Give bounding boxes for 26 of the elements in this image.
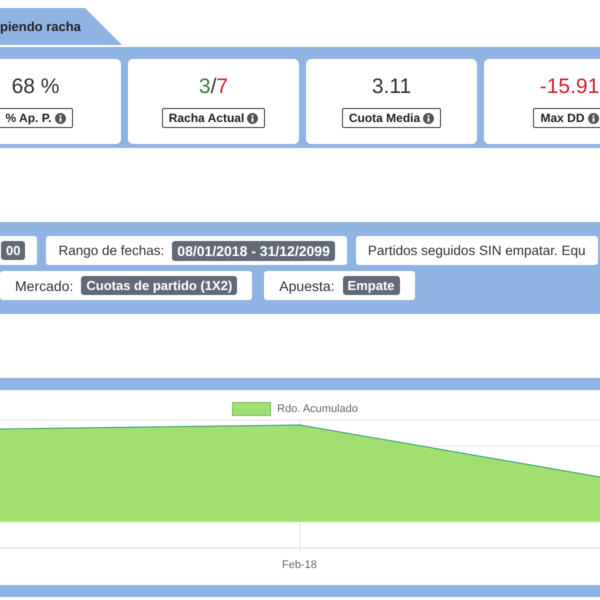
value-part: 3	[198, 75, 211, 98]
stat-label-button[interactable]: Max DD	[533, 108, 600, 128]
filter-value: Empate	[342, 276, 400, 295]
info-icon	[588, 112, 598, 124]
stat-label-button[interactable]: Cuota Media	[342, 108, 442, 128]
info-icon	[247, 112, 258, 124]
filter-label: Partidos seguidos SIN empatar. Equ	[368, 243, 586, 258]
section-tab[interactable]: piendo racha	[0, 8, 122, 45]
info-icon	[423, 112, 434, 124]
legend-swatch	[232, 402, 272, 416]
filter-label: Rango de fechas:	[58, 243, 164, 258]
value-part: 68 %	[12, 75, 60, 98]
filter-value: 00	[1, 241, 26, 260]
filter-value: 08/01/2018 - 31/12/2099	[172, 240, 335, 260]
filter-label: Apuesta:	[279, 278, 335, 294]
info-icon	[54, 112, 66, 124]
legend-label: Rdo. Acumulado	[277, 403, 358, 415]
stat-label-button[interactable]: Racha Actual	[162, 108, 266, 128]
value-part: 3.11	[372, 75, 412, 98]
filter-label: Mercado:	[15, 278, 74, 294]
value-part: /	[210, 75, 216, 98]
x-axis-label: Feb-18	[282, 559, 317, 571]
value-part: 7	[216, 75, 228, 98]
stat-label-button[interactable]: % Ap. P.	[0, 108, 72, 128]
value-part: -15.91	[540, 75, 600, 98]
filter-value: Cuotas de partido (1X2)	[81, 276, 238, 295]
